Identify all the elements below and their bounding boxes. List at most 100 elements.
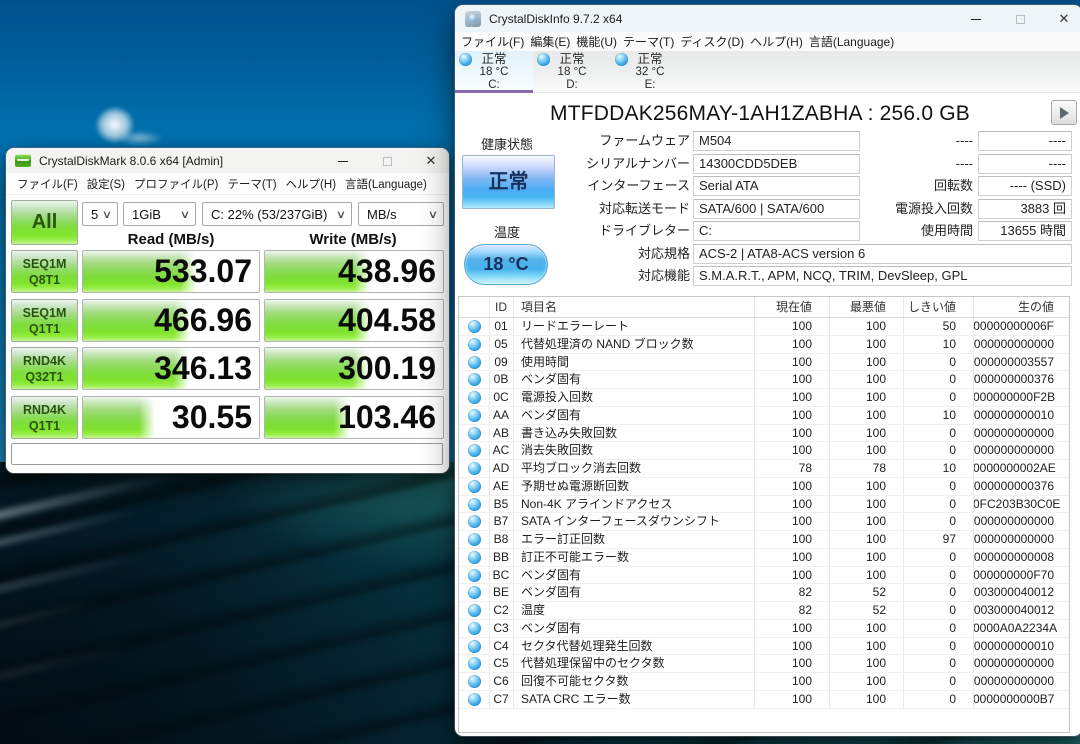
cdm-test-button[interactable]: SEQ1MQ1T1: [11, 299, 78, 342]
cdm-test-size-select[interactable]: 1GiB∨: [123, 202, 196, 226]
cdi-drive-tabs: 正常 18 °C C: 正常 18 °C D: 正常 32 °C E:: [455, 51, 1080, 93]
smart-row[interactable]: AD 平均ブロック消去回数 78 78 10 0000000002AE: [459, 460, 1069, 478]
smart-status-orb-icon: [459, 442, 489, 460]
disk-field-row: 回転数 ---- (SSD): [455, 176, 1080, 196]
cdi-titlebar[interactable]: CrystalDiskInfo 9.7.2 x64 ✕: [455, 5, 1080, 32]
cdm-menu-item[interactable]: プロファイル(P): [134, 176, 218, 192]
smart-cell-id: C3: [489, 620, 513, 638]
smart-row[interactable]: AA ベンダ固有 100 100 10 000000000010: [459, 407, 1069, 425]
smart-cell-id: 01: [489, 318, 513, 336]
smart-cell-worst: 100: [829, 389, 903, 407]
smart-row[interactable]: AE 予期せぬ電源断回数 100 100 0 000000000376: [459, 478, 1069, 496]
disk-field-value: ---- (SSD): [978, 176, 1072, 196]
smart-row[interactable]: C5 代替処理保留中のセクタ数 100 100 0 000000000000: [459, 655, 1069, 673]
cdm-minimize-button[interactable]: [321, 153, 365, 168]
cdi-menu-item[interactable]: ファイル(F): [461, 33, 524, 50]
cdm-test-button[interactable]: SEQ1MQ8T1: [11, 250, 78, 293]
smart-cell-id: 0B: [489, 371, 513, 389]
smart-cell-id: BC: [489, 567, 513, 585]
cdm-maximize-button[interactable]: [365, 153, 409, 168]
smart-cell-current: 100: [754, 691, 829, 709]
smart-row[interactable]: B5 Non-4K アラインドアクセス 100 100 0 0FC203B30C…: [459, 496, 1069, 514]
smart-row[interactable]: C3 ベンダ固有 100 100 0 0000A0A2234A: [459, 620, 1069, 638]
smart-row[interactable]: B7 SATA インターフェースダウンシフト 100 100 0 0000000…: [459, 513, 1069, 531]
cdm-titlebar[interactable]: CrystalDiskMark 8.0.6 x64 [Admin] ✕: [6, 148, 449, 173]
smart-row[interactable]: C7 SATA CRC エラー数 100 100 0 0000000000B7: [459, 691, 1069, 709]
cdm-menu-item[interactable]: ファイル(F): [17, 176, 78, 192]
smart-row[interactable]: 0B ベンダ固有 100 100 0 000000000376: [459, 371, 1069, 389]
smart-cell-name: 平均ブロック消去回数: [513, 460, 754, 478]
smart-cell-raw: 000000000000: [973, 673, 1071, 691]
smart-cell-id: C5: [489, 655, 513, 673]
smart-cell-raw: 003000040012: [973, 584, 1071, 602]
cdi-menu-item[interactable]: 機能(U): [576, 33, 617, 50]
cdi-maximize-button[interactable]: [998, 11, 1042, 26]
cdm-menu-item[interactable]: テーマ(T): [227, 176, 276, 192]
smart-row[interactable]: 05 代替処理済の NAND ブロック数 100 100 10 00000000…: [459, 336, 1069, 354]
smart-row[interactable]: AC 消去失敗回数 100 100 0 000000000000: [459, 442, 1069, 460]
smart-row[interactable]: C2 温度 82 52 0 003000040012: [459, 602, 1069, 620]
smart-row[interactable]: B8 エラー訂正回数 100 100 97 000000000000: [459, 531, 1069, 549]
cdi-drive-tab[interactable]: 正常 18 °C C:: [455, 51, 533, 92]
disk-field-label: 対応規格: [455, 244, 690, 264]
cdm-write-bar: 300.19: [264, 347, 444, 390]
disk-field-label: ----: [838, 131, 973, 151]
disk-field-value: ----: [978, 131, 1072, 151]
smart-row[interactable]: 09 使用時間 100 100 0 000000003557: [459, 354, 1069, 372]
cdi-menu-item[interactable]: テーマ(T): [623, 33, 674, 50]
smart-cell-raw: 0000A0A2234A: [973, 620, 1071, 638]
cdi-close-button[interactable]: ✕: [1042, 11, 1080, 26]
cdi-drive-tab[interactable]: 正常 18 °C D:: [533, 51, 611, 92]
smart-cell-name: 訂正不可能エラー数: [513, 549, 754, 567]
cdm-target-drive-select[interactable]: C: 22% (53/237GiB)∨: [202, 202, 352, 226]
cdm-test-count-select[interactable]: 5∨: [82, 202, 118, 226]
smart-row[interactable]: AB 書き込み失敗回数 100 100 0 000000000000: [459, 425, 1069, 443]
smart-row[interactable]: 0C 電源投入回数 100 100 0 000000000F2B: [459, 389, 1069, 407]
smart-cell-worst: 78: [829, 460, 903, 478]
cdm-menu-item[interactable]: 言語(Language): [345, 176, 427, 192]
next-disk-button[interactable]: [1051, 100, 1077, 125]
cdm-read-bar: 533.07: [82, 250, 260, 293]
cdi-minimize-button[interactable]: [954, 11, 998, 26]
smart-row[interactable]: BC ベンダ固有 100 100 0 000000000F70: [459, 567, 1069, 585]
smart-cell-name: ベンダ固有: [513, 620, 754, 638]
selected-value: 1GiB: [132, 207, 161, 222]
disk-field-label: 電源投入回数: [838, 199, 973, 219]
disk-field-value: 3883 回: [978, 199, 1072, 219]
cdi-menu-item[interactable]: 言語(Language): [809, 33, 894, 50]
cdi-menu-item[interactable]: 編集(E): [530, 33, 570, 50]
smart-header-id: ID: [489, 297, 513, 318]
cdm-all-button[interactable]: All: [11, 200, 78, 245]
smart-row[interactable]: BE ベンダ固有 82 52 0 003000040012: [459, 584, 1069, 602]
smart-cell-current: 100: [754, 513, 829, 531]
cdm-close-button[interactable]: ✕: [409, 153, 453, 168]
cdm-test-button[interactable]: RND4KQ1T1: [11, 396, 78, 439]
cdi-menu-item[interactable]: ヘルプ(H): [750, 33, 803, 50]
smart-cell-threshold: 0: [903, 442, 973, 460]
cdi-drive-tab[interactable]: 正常 32 °C E:: [611, 51, 689, 92]
smart-row[interactable]: BB 訂正不可能エラー数 100 100 0 000000000008: [459, 549, 1069, 567]
tab-temperature: 32 °C: [611, 66, 689, 79]
smart-cell-current: 100: [754, 318, 829, 336]
smart-cell-worst: 52: [829, 584, 903, 602]
disk-field-row: 対応規格 ACS-2 | ATA8-ACS version 6: [455, 244, 1080, 264]
cdm-test-button[interactable]: RND4KQ32T1: [11, 347, 78, 390]
cdm-unit-select[interactable]: MB/s∨: [358, 202, 444, 226]
smart-status-orb-icon: [459, 549, 489, 567]
smart-row[interactable]: C6 回復不可能セクタ数 100 100 0 000000000000: [459, 673, 1069, 691]
smart-row[interactable]: 01 リードエラーレート 100 100 50 00000000006F: [459, 318, 1069, 336]
smart-cell-id: C2: [489, 602, 513, 620]
smart-status-orb-icon: [459, 513, 489, 531]
smart-row[interactable]: C4 セクタ代替処理発生回数 100 100 0 000000000010: [459, 638, 1069, 656]
smart-cell-raw: 000000000000: [973, 425, 1071, 443]
cdm-menu-item[interactable]: ヘルプ(H): [286, 176, 336, 192]
disk-field-value: S.M.A.R.T., APM, NCQ, TRIM, DevSleep, GP…: [693, 266, 1072, 286]
smart-cell-current: 100: [754, 673, 829, 691]
smart-cell-name: リードエラーレート: [513, 318, 754, 336]
smart-cell-threshold: 0: [903, 584, 973, 602]
cdm-menu-item[interactable]: 設定(S): [87, 176, 125, 192]
cdi-menu-item[interactable]: ディスク(D): [680, 33, 744, 50]
smart-cell-name: SATA インターフェースダウンシフト: [513, 513, 754, 531]
smart-status-orb-icon: [459, 691, 489, 709]
smart-cell-worst: 100: [829, 620, 903, 638]
